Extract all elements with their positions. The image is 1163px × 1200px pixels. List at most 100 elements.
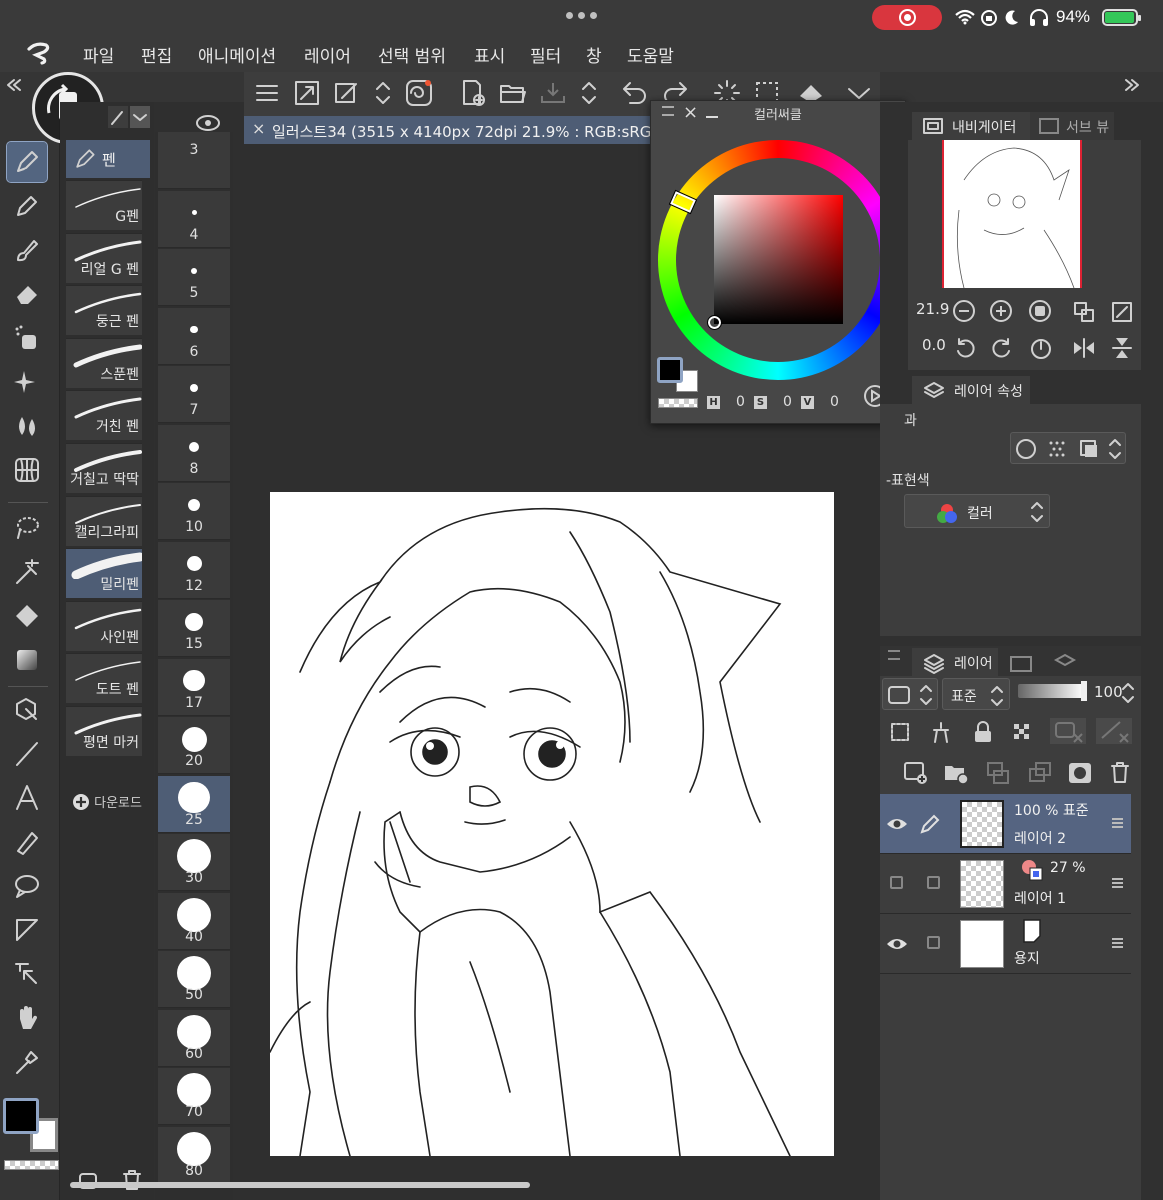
brush-size-item[interactable]: 10	[158, 483, 230, 540]
drawing-paper[interactable]	[270, 492, 834, 1156]
tab-navigator[interactable]: 내비게이터	[912, 112, 1030, 140]
brightness-value[interactable]: 0	[830, 394, 839, 410]
collapse-left-icon[interactable]	[4, 78, 24, 92]
reference-layer-icon[interactable]	[928, 720, 954, 744]
tool-decoration[interactable]	[7, 362, 47, 402]
brush-size-item[interactable]: 50	[158, 951, 230, 1008]
eye-icon[interactable]	[886, 814, 908, 834]
reset-zoom-button[interactable]	[1029, 300, 1051, 322]
spiral-brush-icon[interactable]	[404, 78, 434, 108]
sv-marker[interactable]	[707, 315, 722, 330]
tool-pen[interactable]	[6, 141, 48, 183]
rotation-value[interactable]: 0.0	[922, 336, 946, 354]
eye-icon[interactable]	[886, 934, 908, 954]
brush-item[interactable]: 거칠고 딱딱	[66, 443, 142, 493]
layer-row[interactable]: 27 % 레이어 1	[880, 854, 1131, 914]
brush-item[interactable]: 리얼 G 펜	[66, 232, 142, 283]
brush-size-item[interactable]: 7	[158, 366, 230, 423]
edit-target-checkbox[interactable]	[927, 876, 940, 889]
saturation-value[interactable]: 0	[783, 394, 792, 410]
tool-pencil[interactable]	[7, 186, 47, 226]
layer-row[interactable]: 100 % 표준 레이어 2	[880, 794, 1131, 854]
brush-size-item[interactable]: 25	[158, 775, 230, 833]
menu-file[interactable]: 파일	[83, 42, 114, 67]
rotate-right-icon[interactable]	[990, 336, 1014, 360]
layer-mask-mode-dropdown[interactable]	[882, 678, 938, 710]
brush-size-item[interactable]: 3	[158, 132, 230, 189]
transparent-color-swatch[interactable]	[4, 1160, 59, 1170]
rotate-left-icon[interactable]	[953, 336, 977, 360]
brush-item[interactable]: 캘리그라피	[66, 495, 142, 546]
clip-lower-layer-icon[interactable]	[888, 720, 914, 744]
tab-animation-icon[interactable]	[1008, 652, 1034, 674]
brush-item[interactable]: 둥근 펜	[66, 285, 142, 336]
tool-eraser[interactable]	[7, 274, 47, 314]
tab-layer[interactable]: 레이어	[912, 648, 998, 676]
brush-size-item[interactable]: 70	[158, 1068, 230, 1125]
duplicate-subtool-icon[interactable]	[76, 1168, 102, 1192]
tool-operation[interactable]	[7, 690, 47, 730]
canvas-tab[interactable]: × 일러스트34 (3515 x 4140px 72dpi 21.9% : RG…	[244, 116, 652, 144]
tool-text[interactable]	[7, 778, 47, 818]
tool-correct-line[interactable]	[7, 822, 47, 862]
minimize-window-icon[interactable]	[706, 116, 718, 118]
blend-mode-dropdown[interactable]: 표준	[942, 678, 1010, 710]
main-color-swatch[interactable]	[3, 1098, 39, 1134]
tool-blend[interactable]	[7, 406, 47, 446]
new-file-icon[interactable]	[458, 78, 488, 108]
window-drag-handle-icon[interactable]	[662, 106, 674, 116]
tool-fill[interactable]	[7, 596, 47, 636]
tool-hand[interactable]	[7, 998, 47, 1038]
menu-window[interactable]: 창	[586, 42, 602, 67]
tab-layer-search-icon[interactable]	[1052, 652, 1078, 674]
sub-tool-group-pen[interactable]: 펜	[66, 140, 150, 178]
saturation-value-square[interactable]	[714, 195, 843, 324]
zoom-in-button[interactable]	[990, 300, 1012, 322]
new-raster-layer-icon[interactable]	[902, 760, 930, 786]
multitask-dots[interactable]	[566, 12, 597, 19]
collapse-right-icon[interactable]	[1122, 78, 1142, 92]
undo-icon[interactable]	[620, 78, 650, 108]
lock-transparent-icon[interactable]	[1010, 720, 1036, 744]
effect-selector[interactable]	[1010, 432, 1126, 464]
brush-size-item[interactable]: 30	[158, 834, 230, 891]
menu-layer[interactable]: 레이어	[304, 42, 351, 67]
expression-color-dropdown[interactable]: 컬러	[904, 494, 1050, 528]
up-down-arrows-icon-2[interactable]	[574, 78, 604, 108]
menu-view[interactable]: 표시	[474, 42, 505, 67]
brush-size-item[interactable]: 8	[158, 424, 230, 482]
layer-row[interactable]: 용지	[880, 914, 1131, 974]
clip-studio-logo-icon[interactable]	[24, 40, 54, 66]
horizontal-scrollbar[interactable]	[70, 1182, 530, 1188]
brush-size-tab-icon[interactable]	[195, 113, 225, 133]
brush-size-item[interactable]: 60	[158, 1009, 230, 1067]
flip-vertical-icon[interactable]	[1110, 336, 1134, 360]
zoom-value[interactable]: 21.9	[916, 300, 949, 318]
layer-row-menu-icon[interactable]	[1112, 818, 1123, 828]
lock-layer-icon[interactable]	[970, 720, 996, 744]
tool-airbrush[interactable]	[7, 318, 47, 358]
brush-size-item[interactable]: 17	[158, 658, 230, 716]
fit-canvas-icon[interactable]	[292, 78, 322, 108]
brush-size-item[interactable]: 5	[158, 249, 230, 306]
zoom-out-button[interactable]	[953, 300, 975, 322]
screen-record-indicator[interactable]	[872, 5, 942, 30]
menu-animation[interactable]: 애니메이션	[198, 42, 276, 67]
delete-layer-icon[interactable]	[1108, 760, 1134, 786]
sub-tool-menu-icon[interactable]	[106, 104, 152, 130]
panel-menu-icon[interactable]	[888, 650, 900, 660]
edit-target-checkbox[interactable]	[927, 936, 940, 949]
open-folder-icon[interactable]	[498, 78, 528, 108]
tool-eyedropper[interactable]	[7, 1042, 47, 1082]
brush-item[interactable]: 거친 펜	[66, 390, 142, 441]
brush-size-item[interactable]: 4	[158, 190, 230, 248]
menu-edit[interactable]: 편집	[141, 42, 172, 67]
brush-item[interactable]: 밀리펜	[66, 548, 142, 599]
wheel-main-color-swatch[interactable]	[657, 357, 683, 383]
opacity-value[interactable]: 100	[1094, 683, 1123, 701]
tool-gradient[interactable]	[7, 640, 47, 680]
brush-size-item[interactable]: 40	[158, 892, 230, 950]
brush-size-item[interactable]: 15	[158, 600, 230, 657]
tool-lasso[interactable]	[7, 508, 47, 548]
brush-item[interactable]: 사인펜	[66, 600, 142, 651]
